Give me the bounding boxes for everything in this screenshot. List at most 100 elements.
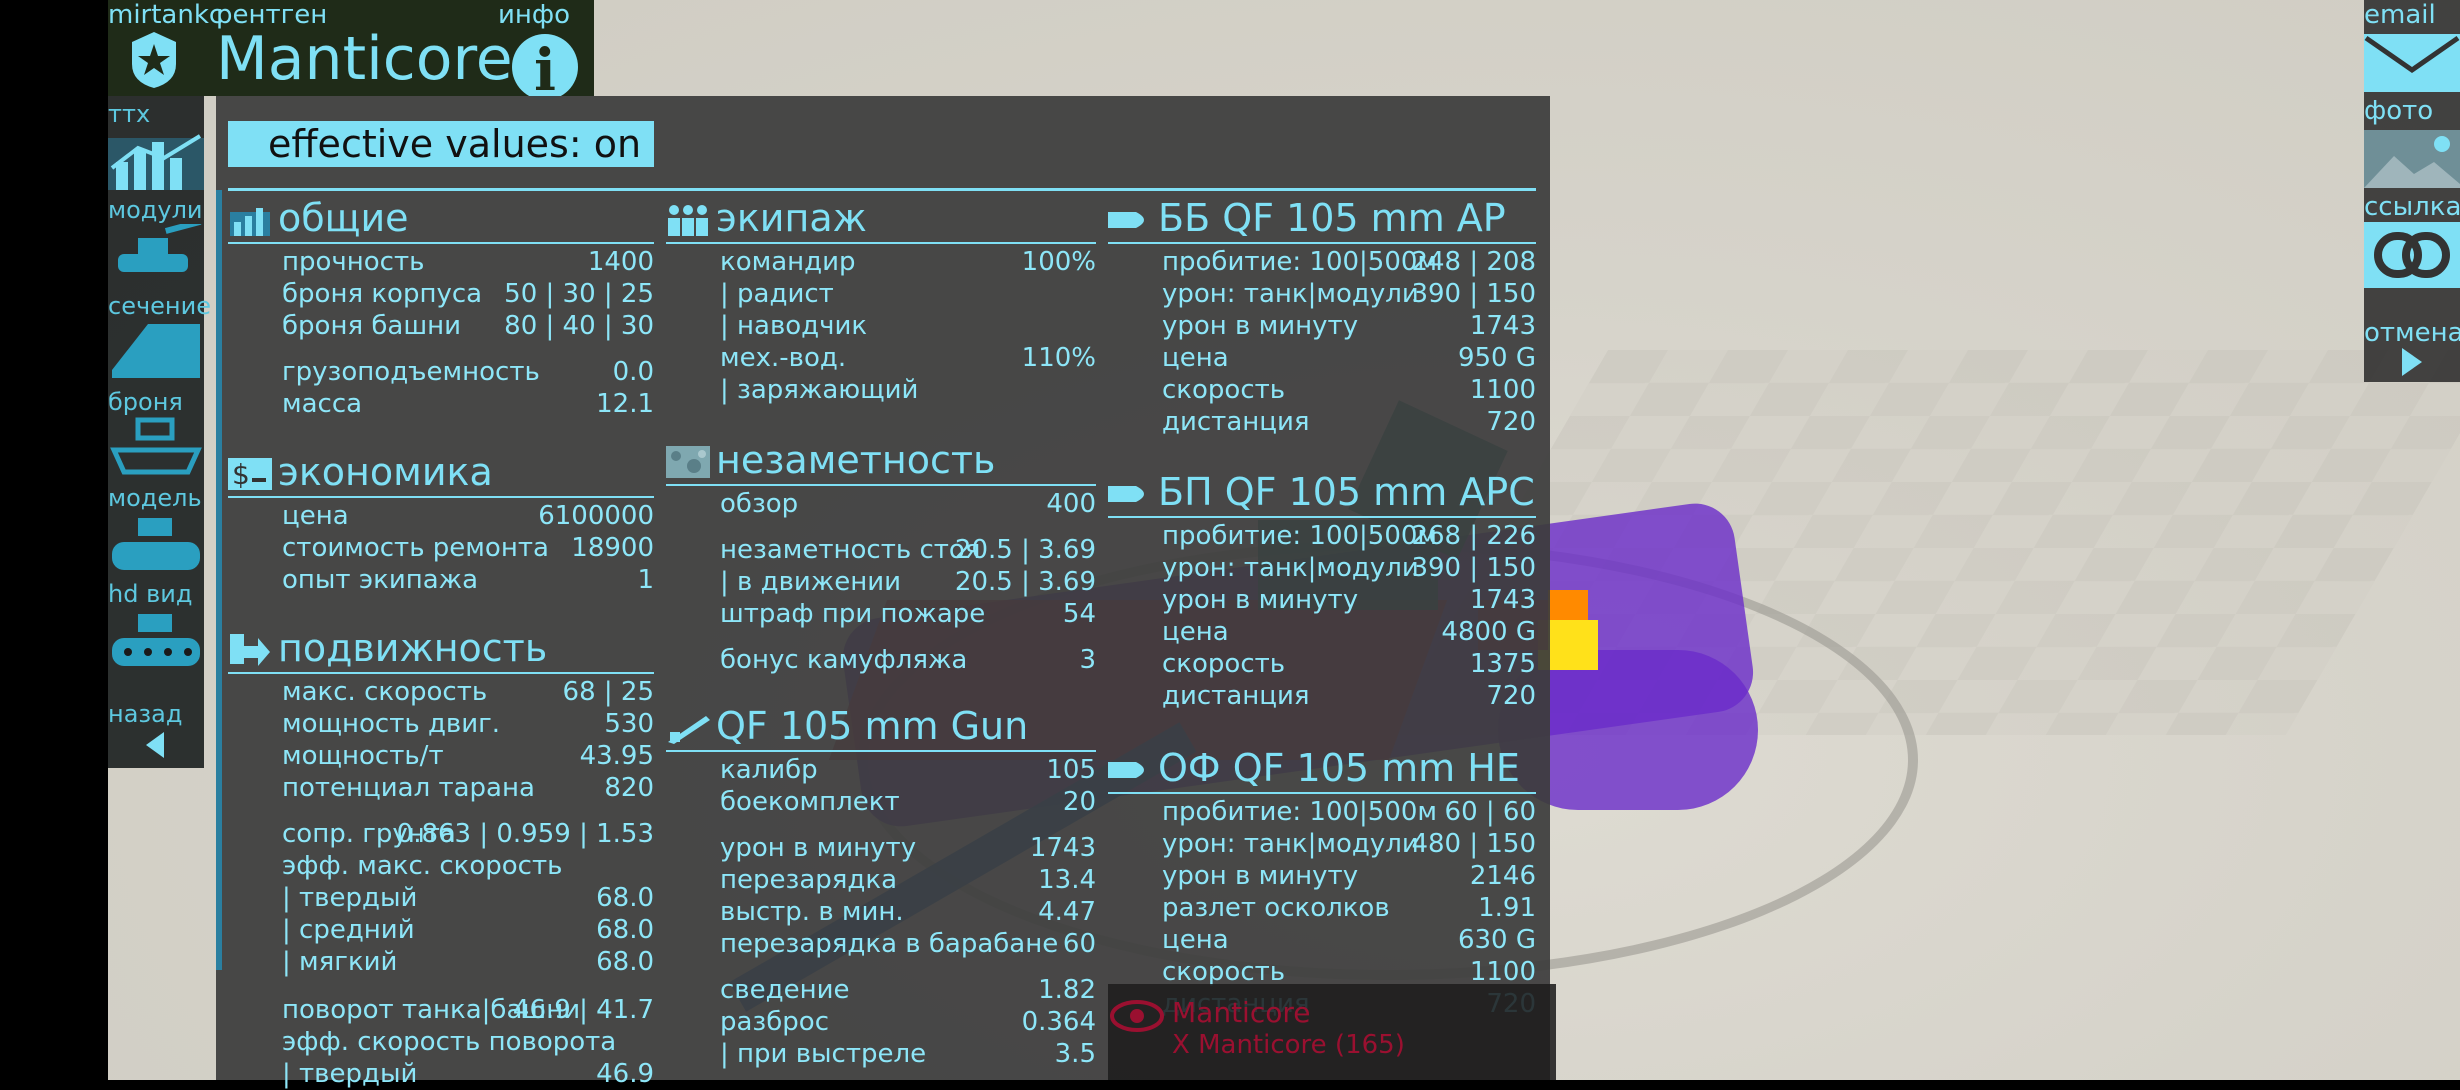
section-divider bbox=[228, 672, 654, 674]
section-title-economy[interactable]: экономика bbox=[278, 450, 493, 494]
stat-label: бонус камуфляжа bbox=[720, 645, 968, 675]
stat-value: 54 bbox=[1062, 599, 1096, 629]
tank-module-orange bbox=[1548, 590, 1588, 620]
section-title-ammo-he[interactable]: ОФ QF 105 mm HE bbox=[1158, 746, 1520, 790]
stat-value: 68.0 bbox=[596, 883, 654, 913]
stat-value: 0.0 bbox=[612, 357, 654, 387]
stat-label: цена bbox=[282, 501, 349, 531]
right-toolbar: email фото ссылка отмена bbox=[2364, 0, 2460, 382]
stat-row: урон: танк|модули 480 | 150 bbox=[1162, 828, 1536, 860]
badge-star-icon[interactable] bbox=[128, 30, 180, 90]
stat-row: штраф при пожаре 54 bbox=[720, 598, 1096, 630]
crew-icon bbox=[666, 202, 710, 238]
stat-value: 1.91 bbox=[1478, 893, 1536, 923]
stat-label: перезарядка bbox=[720, 865, 898, 895]
stat-row: сопр. грунта 0.863 | 0.959 | 1.53 bbox=[282, 818, 654, 850]
header-divider bbox=[228, 188, 1536, 191]
shell-icon bbox=[1108, 202, 1152, 238]
nav-label: модель bbox=[108, 484, 202, 512]
stat-value: 720 bbox=[1486, 407, 1536, 437]
stat-label: эфф. макс. скорость bbox=[282, 851, 563, 881]
stat-value: 1375 bbox=[1469, 649, 1536, 679]
stat-value: 80 | 40 | 30 bbox=[504, 311, 654, 341]
stat-value: 0.364 bbox=[1021, 1007, 1096, 1037]
section-title-gun[interactable]: QF 105 mm Gun bbox=[716, 704, 1028, 748]
stat-label: разлет осколков bbox=[1162, 893, 1390, 923]
mobility-icon bbox=[228, 632, 272, 668]
stat-label: пробитие: 100|500м bbox=[1162, 797, 1438, 827]
info-icon[interactable]: i bbox=[512, 34, 578, 104]
stat-value: 1743 bbox=[1029, 833, 1096, 863]
stat-label: мощность двиг. bbox=[282, 709, 501, 739]
stat-row: | наводчик bbox=[720, 310, 1096, 342]
section-title-ammo-apc[interactable]: БП QF 105 mm APC bbox=[1158, 470, 1535, 514]
stat-value: 268 | 226 bbox=[1411, 521, 1536, 551]
stat-row: броня башни 80 | 40 | 30 bbox=[282, 310, 654, 342]
stat-value: 18900 bbox=[571, 533, 654, 563]
stat-value: 100% bbox=[1021, 247, 1096, 277]
effective-values-toggle[interactable]: effective values: on bbox=[228, 121, 654, 167]
stat-label: | твердый bbox=[282, 883, 418, 913]
stat-row: опыт экипажа 1 bbox=[282, 564, 654, 596]
section-title-crew[interactable]: экипаж bbox=[716, 196, 867, 240]
stat-value: 20 bbox=[1062, 787, 1096, 817]
stat-row: поворот танка|башни 46.9 | 41.7 bbox=[282, 994, 654, 1026]
eye-icon[interactable] bbox=[1110, 996, 1164, 1036]
chart-icon bbox=[108, 134, 204, 190]
stat-row: перезарядка в барабане 60 bbox=[720, 928, 1096, 960]
panel-scroll-indicator[interactable] bbox=[216, 190, 222, 970]
stat-label: боекомплект bbox=[720, 787, 900, 817]
tank-section-icon bbox=[112, 324, 200, 378]
play-arrow-icon bbox=[2402, 348, 2422, 376]
stat-label: прочность bbox=[282, 247, 425, 277]
stat-value: 110% bbox=[1021, 343, 1096, 373]
stat-label: пробитие: 100|500м bbox=[1162, 521, 1438, 551]
email-button[interactable]: email bbox=[2364, 0, 2460, 96]
section-title-ammo-ap[interactable]: ББ QF 105 mm AP bbox=[1158, 196, 1506, 240]
section-divider bbox=[1108, 792, 1536, 794]
stat-label: | наводчик bbox=[720, 311, 868, 341]
stat-row: боекомплект 20 bbox=[720, 786, 1096, 818]
stat-row: пробитие: 100|500м 60 | 60 bbox=[1162, 796, 1536, 828]
stat-label: | радист bbox=[720, 279, 834, 309]
stat-label: | при выстреле bbox=[720, 1039, 927, 1069]
stat-label: сведение bbox=[720, 975, 850, 1005]
stat-row: калибр 105 bbox=[720, 754, 1096, 786]
svg-text:$: $ bbox=[232, 458, 250, 491]
stat-value: 630 G bbox=[1457, 925, 1536, 955]
stat-row: | при выстреле 3.5 bbox=[720, 1038, 1096, 1070]
stat-value: 3.5 bbox=[1054, 1039, 1096, 1069]
stat-row: | мягкий 68.0 bbox=[282, 946, 654, 978]
photo-icon bbox=[2364, 130, 2460, 188]
stat-label: разброс bbox=[720, 1007, 830, 1037]
stat-label: дистанция bbox=[1162, 407, 1310, 437]
stat-row: стоимость ремонта 18900 bbox=[282, 532, 654, 564]
stat-label: урон: танк|модули bbox=[1162, 279, 1419, 309]
cancel-button[interactable]: отмена bbox=[2364, 318, 2460, 382]
link-button[interactable]: ссылка bbox=[2364, 192, 2460, 288]
section-title-stealth[interactable]: незаметность bbox=[716, 438, 995, 482]
stat-label: | твердый bbox=[282, 1059, 418, 1089]
stat-label: броня корпуса bbox=[282, 279, 483, 309]
stat-row: цена 4800 G bbox=[1162, 616, 1536, 648]
stat-label: эфф. скорость поворота bbox=[282, 1027, 617, 1057]
stat-value: 13.4 bbox=[1038, 865, 1096, 895]
link-icon bbox=[2364, 222, 2460, 288]
stat-value: 1400 bbox=[587, 247, 654, 277]
stat-label: урон: танк|модули bbox=[1162, 553, 1419, 583]
stat-row: урон в минуту 1743 bbox=[1162, 584, 1536, 616]
nav-label: hd вид bbox=[108, 580, 193, 608]
stat-value: 480 | 150 bbox=[1411, 829, 1536, 859]
stat-label: потенциал тарана bbox=[282, 773, 535, 803]
stat-label: мех.-вод. bbox=[720, 343, 847, 373]
section-title-mobility[interactable]: подвижность bbox=[278, 626, 547, 670]
stat-row: разлет осколков 1.91 bbox=[1162, 892, 1536, 924]
stat-row: цена 630 G bbox=[1162, 924, 1536, 956]
section-title-general[interactable]: общие bbox=[278, 196, 409, 240]
stat-value: 60 bbox=[1062, 929, 1096, 959]
photo-button[interactable]: фото bbox=[2364, 96, 2460, 192]
stat-value: 46.9 | 41.7 bbox=[512, 995, 654, 1025]
stat-row: дистанция 720 bbox=[1162, 680, 1536, 712]
stat-row: урон: танк|модули 390 | 150 bbox=[1162, 278, 1536, 310]
stat-value: 1100 bbox=[1469, 375, 1536, 405]
